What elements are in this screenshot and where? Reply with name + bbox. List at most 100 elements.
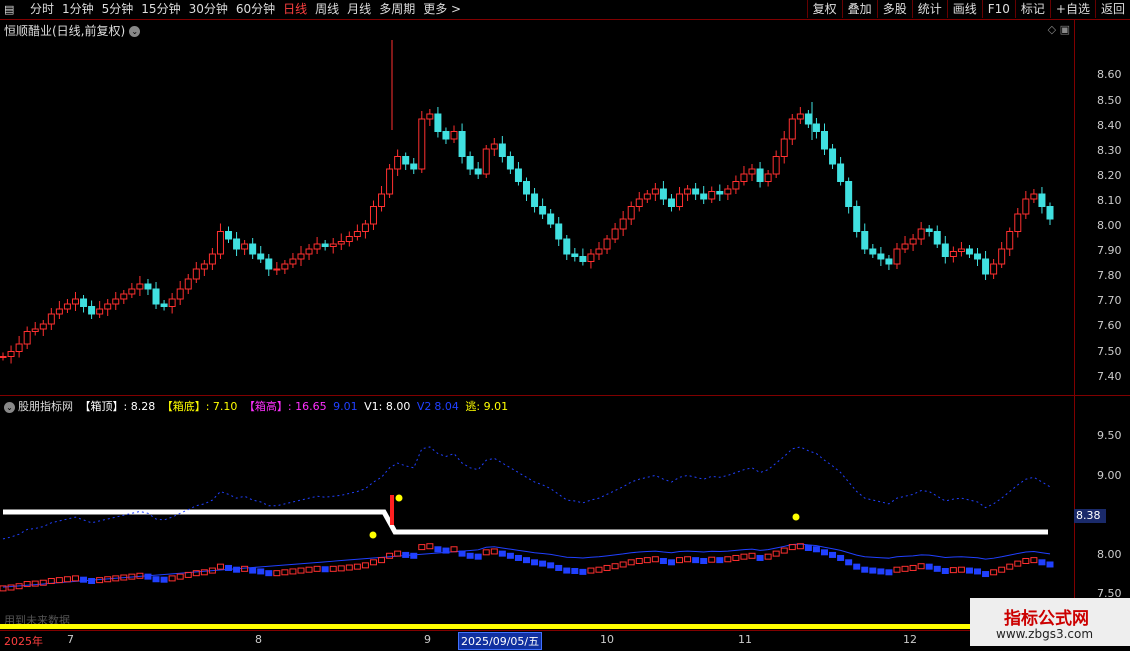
watermark-title: 指标公式网 bbox=[1004, 609, 1089, 629]
candle-body bbox=[466, 156, 474, 170]
indicator-candle bbox=[820, 549, 828, 556]
candle-body bbox=[458, 131, 466, 157]
indicator-candle bbox=[780, 547, 788, 554]
indicator-candle bbox=[724, 556, 732, 563]
indicator-candle bbox=[458, 550, 466, 557]
indicator-header: ⌄ 股朋指标网 【箱顶】: 8.28 【箱底】: 7.10 【箱高】: 16.65… bbox=[4, 398, 511, 414]
indicator-candle bbox=[426, 543, 434, 550]
box-bottom-label: 【箱底】 bbox=[161, 400, 206, 413]
candle-body bbox=[700, 193, 708, 200]
candle-body bbox=[780, 138, 788, 157]
indicator-candle bbox=[941, 567, 949, 574]
date-axis[interactable]: 2025年 7 8 9 2025/09/05/五 10 11 12 bbox=[0, 630, 1130, 651]
candle-body bbox=[329, 243, 337, 247]
v2-line bbox=[2, 543, 1051, 588]
indicator-candle bbox=[273, 570, 281, 577]
candle-body bbox=[136, 283, 144, 290]
indicator-candle bbox=[410, 552, 418, 559]
candle-body bbox=[901, 243, 909, 250]
indicator-candle bbox=[71, 575, 79, 582]
indicator-candle bbox=[1022, 558, 1030, 565]
candle-body bbox=[1006, 231, 1014, 250]
candle-body bbox=[281, 263, 289, 270]
candle-body bbox=[523, 181, 530, 195]
upper-dotted-line bbox=[2, 446, 1051, 540]
candle-body bbox=[426, 113, 434, 120]
candle-body bbox=[241, 243, 249, 250]
candle-body bbox=[450, 131, 458, 140]
x-label-oct: 10 bbox=[600, 633, 614, 646]
candle-body bbox=[724, 188, 732, 195]
candle-body bbox=[386, 168, 394, 195]
indicator-candle bbox=[152, 576, 160, 583]
price-tick: 7.90 bbox=[1097, 244, 1122, 257]
candle-body bbox=[337, 241, 345, 245]
indicator-candle bbox=[200, 569, 208, 576]
indicator-candle bbox=[523, 557, 530, 564]
candle-body bbox=[353, 231, 361, 237]
candle-body bbox=[216, 231, 224, 255]
candle-body bbox=[144, 283, 152, 290]
x-label-nov: 11 bbox=[738, 633, 752, 646]
indicator-candle bbox=[466, 552, 474, 559]
indicator-candle bbox=[55, 577, 63, 584]
indicator-candle bbox=[982, 571, 990, 578]
v2-label: V2 bbox=[416, 400, 432, 413]
price-tick: 7.40 bbox=[1097, 370, 1122, 383]
candle-body bbox=[659, 188, 667, 200]
indicator-candle bbox=[700, 558, 708, 565]
candle-body bbox=[885, 258, 893, 265]
indicator-candle bbox=[861, 566, 869, 573]
indicator-menu-icon[interactable]: ⌄ bbox=[4, 401, 15, 413]
candle-body bbox=[974, 253, 982, 260]
candle-body bbox=[120, 293, 128, 300]
candle-body bbox=[676, 193, 684, 207]
indicator-candle bbox=[732, 554, 740, 561]
indicator-candle bbox=[555, 564, 563, 571]
indicator-candle bbox=[386, 552, 394, 559]
indicator-candle bbox=[667, 559, 675, 566]
indicator-candle bbox=[901, 565, 909, 572]
candle-body bbox=[128, 288, 136, 295]
indicator-candle bbox=[63, 576, 71, 583]
indicator-candle bbox=[1046, 561, 1054, 568]
candle-body bbox=[877, 253, 885, 260]
indicator-candle bbox=[1006, 563, 1014, 570]
candle-body bbox=[845, 181, 853, 207]
candle-body bbox=[611, 228, 619, 240]
candle-body bbox=[595, 248, 603, 255]
candle-body bbox=[547, 213, 555, 225]
price-tick: 8.60 bbox=[1097, 68, 1122, 81]
candle-body bbox=[80, 298, 88, 307]
candle-body bbox=[837, 163, 845, 182]
candle-body bbox=[925, 228, 933, 232]
indicator-candle bbox=[764, 553, 772, 560]
kline-chart[interactable] bbox=[0, 0, 1130, 650]
x-label-year: 2025年 bbox=[4, 635, 43, 648]
candle-body bbox=[1022, 198, 1030, 215]
x-label-dec: 12 bbox=[903, 633, 917, 646]
escape-value: : 9.01 bbox=[476, 400, 509, 413]
candle-body bbox=[63, 303, 71, 310]
candle-body bbox=[579, 256, 587, 262]
indicator-candle bbox=[740, 553, 748, 560]
candle-body bbox=[740, 173, 748, 182]
indicator-candle bbox=[869, 567, 877, 574]
x-label-aug: 8 bbox=[255, 633, 262, 646]
indicator-candle bbox=[885, 569, 893, 576]
indicator-candle bbox=[80, 576, 88, 583]
v1-label: V1 bbox=[364, 400, 379, 413]
indicator-candle bbox=[1038, 559, 1046, 566]
candle-body bbox=[410, 163, 418, 170]
candle-body bbox=[394, 156, 402, 170]
candle-body bbox=[651, 188, 659, 195]
candle-body bbox=[692, 188, 700, 195]
indicator-candle bbox=[965, 567, 973, 574]
extra-value: 9.01 bbox=[333, 400, 358, 413]
indicator-candle bbox=[708, 556, 716, 563]
candle-body bbox=[23, 331, 31, 345]
candle-body bbox=[289, 258, 297, 265]
indicator-candle bbox=[378, 557, 386, 564]
candle-body bbox=[748, 168, 756, 175]
candle-body bbox=[764, 173, 772, 182]
